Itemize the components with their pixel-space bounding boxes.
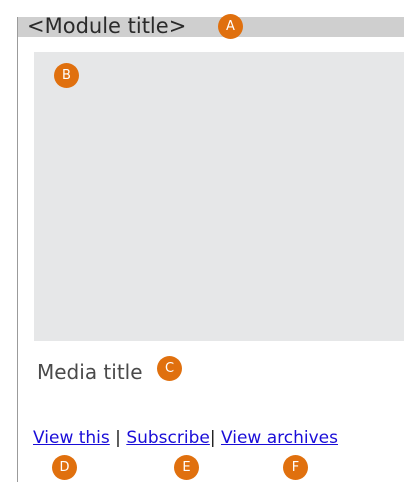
module-links: View this | Subscribe| View archives [33, 427, 338, 449]
view-this-link[interactable]: View this [33, 428, 110, 448]
module-title: <Module title> [27, 14, 187, 38]
annotation-badge-a: A [218, 14, 243, 39]
link-separator: | [109, 428, 127, 448]
view-archives-link[interactable]: View archives [221, 428, 338, 448]
annotation-badge-b: B [54, 63, 79, 88]
annotation-badge-d: D [52, 455, 77, 480]
subscribe-link[interactable]: Subscribe [126, 428, 210, 448]
media-title: Media title [37, 360, 143, 384]
content-module: <Module title> Media title View this | S… [17, 14, 404, 482]
annotation-badge-f: F [283, 455, 308, 480]
module-title-bar: <Module title> [18, 14, 404, 38]
link-separator: | [209, 428, 221, 448]
media-placeholder [34, 52, 404, 341]
annotation-badge-c: C [157, 356, 182, 381]
annotation-badge-e: E [174, 455, 199, 480]
